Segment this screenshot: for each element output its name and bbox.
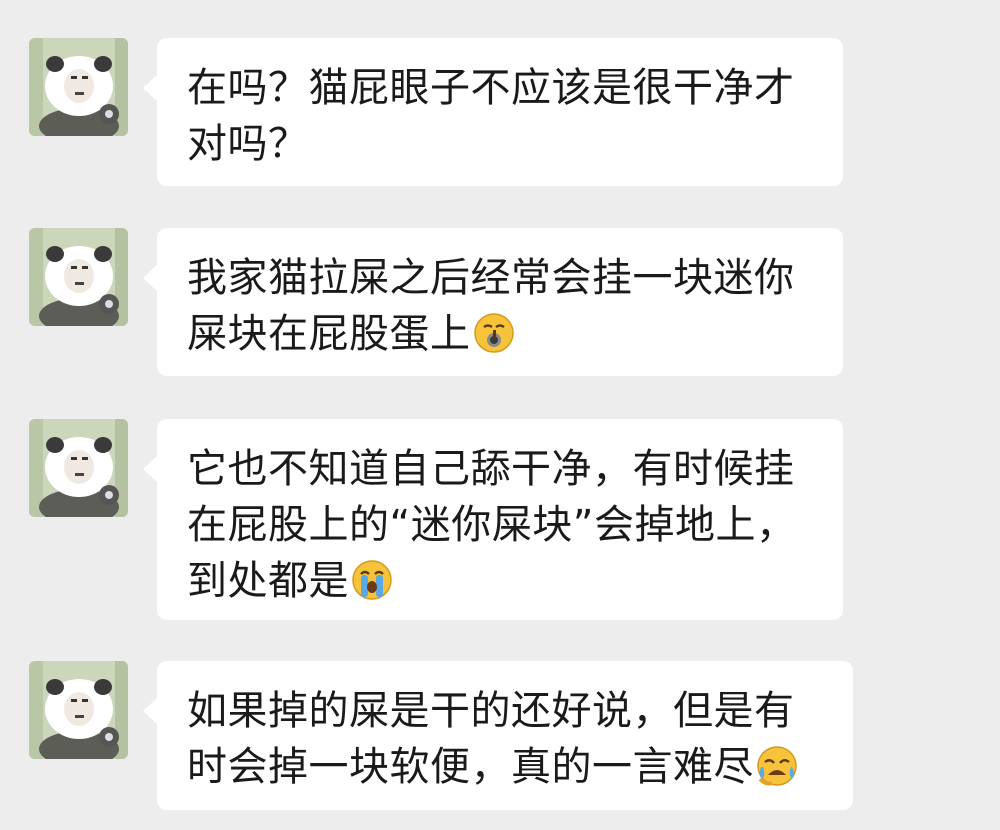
message-text: 如果掉的屎是干的还好说，但是有时会掉一块软便，真的一言难尽	[187, 688, 795, 790]
loudly-crying-face-emoji-icon	[351, 559, 393, 601]
message-bubble[interactable]: 在吗？猫屁眼子不应该是很干净才对吗？	[143, 38, 843, 186]
panda-avatar-icon[interactable]	[29, 38, 128, 136]
panda-avatar-icon[interactable]	[29, 228, 128, 326]
message-bubble[interactable]: 它也不知道自己舔干净，有时候挂在屁股上的“迷你屎块”会掉地上，到处都是	[143, 419, 843, 620]
message-bubble[interactable]: 如果掉的屎是干的还好说，但是有时会掉一块软便，真的一言难尽	[143, 661, 853, 810]
message-text: 它也不知道自己舔干净，有时候挂在屁股上的“迷你屎块”会掉地上，到处都是	[187, 446, 797, 604]
crying-face-emoji-icon	[756, 745, 798, 787]
panda-avatar-icon[interactable]	[29, 661, 128, 759]
panda-avatar-icon[interactable]	[29, 419, 128, 517]
message-bubble[interactable]: 我家猫拉屎之后经常会挂一块迷你屎块在屁股蛋上	[143, 228, 843, 376]
message-text: 在吗？猫屁眼子不应该是很干净才对吗？	[187, 65, 795, 167]
shushing-face-emoji-icon	[473, 312, 515, 354]
